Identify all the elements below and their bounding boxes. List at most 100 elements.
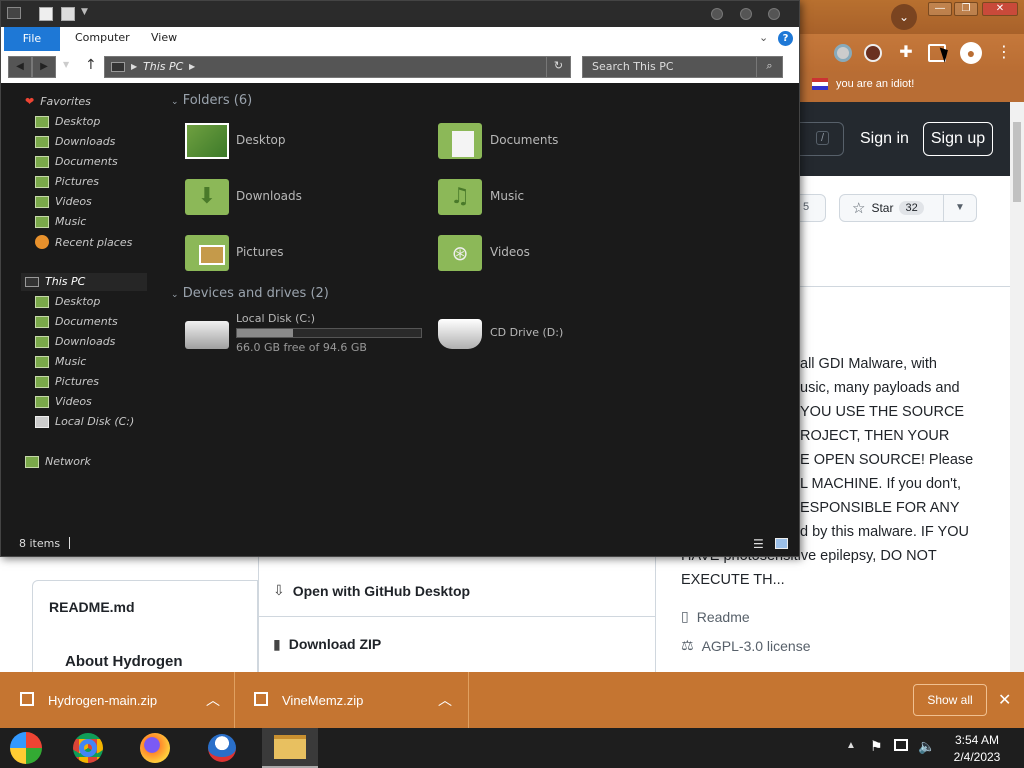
quick-access-dropdown-icon[interactable]: ▼ [81, 7, 88, 17]
address-bar[interactable]: ▶ This PC ▶ ↻ [104, 56, 571, 78]
forward-button[interactable]: ▶ [32, 56, 56, 78]
details-view-icon[interactable]: ☰ [753, 537, 764, 551]
close-downloads-icon[interactable]: ✕ [998, 690, 1011, 710]
close-dot-button[interactable] [768, 8, 780, 20]
tab-view[interactable]: View [151, 31, 177, 44]
sign-up-button[interactable]: Sign up [923, 122, 993, 156]
sign-in-link[interactable]: Sign in [860, 130, 909, 148]
profile-icon[interactable]: ● [960, 42, 982, 64]
menu-icon[interactable]: ⋮ [996, 42, 1012, 62]
taskbar-explorer[interactable] [262, 728, 318, 768]
nav-pc-desktop[interactable]: Desktop [35, 295, 100, 308]
extension-icon[interactable] [834, 44, 852, 62]
taskbar-firefox[interactable] [135, 732, 175, 764]
properties-icon[interactable] [39, 7, 53, 21]
taskbar-chrome[interactable] [68, 732, 108, 764]
pictures-icon [35, 375, 49, 388]
nav-pc-local-disk[interactable]: Local Disk (C:) [35, 415, 134, 428]
chevron-up-icon[interactable]: ︿ [206, 690, 220, 710]
tab-computer[interactable]: Computer [75, 31, 130, 44]
nav-pc-pictures[interactable]: Pictures [35, 375, 99, 388]
devices-group-header[interactable]: ⌄ Devices and drives (2) [171, 286, 329, 301]
nav-pc-documents[interactable]: Documents [35, 315, 118, 328]
show-all-button[interactable]: Show all [913, 684, 987, 716]
network-tray-icon[interactable] [894, 739, 908, 751]
show-hidden-icons[interactable]: ▲ [846, 740, 856, 751]
nav-pc-videos[interactable]: Videos [35, 395, 92, 408]
download-item[interactable]: Hydrogen-main.zip ︿ [0, 672, 235, 728]
breadcrumb-chevron-icon[interactable]: ▶ [131, 57, 137, 77]
puzzle-icon[interactable]: ✚ [897, 44, 915, 62]
search-icon[interactable]: ⌕ [756, 56, 782, 78]
readme-link[interactable]: ▯ Readme [681, 608, 750, 625]
start-button[interactable] [6, 732, 46, 764]
chrome-scrollbar[interactable] [1010, 102, 1024, 672]
folder-label: Downloads [236, 189, 302, 203]
nav-fav-videos[interactable]: Videos [35, 195, 92, 208]
star-button[interactable]: ☆ Star 32 [839, 194, 944, 222]
hard-drive-icon [185, 321, 229, 349]
minimize-button[interactable]: — [928, 2, 952, 16]
large-icons-view-icon[interactable] [775, 538, 788, 549]
scroll-thumb[interactable] [1013, 122, 1021, 202]
search-key-hint[interactable]: / [798, 122, 844, 156]
action-center-flag-icon[interactable]: ⚑ [870, 738, 883, 755]
star-icon: ☆ [852, 200, 866, 217]
recent-dropdown-icon[interactable]: ▼ [63, 60, 69, 69]
clock-time[interactable]: 3:54 AM [944, 733, 1010, 747]
avatar-extension-icon[interactable] [864, 44, 882, 62]
chrome-icon [73, 733, 103, 763]
profile-dropdown-icon[interactable]: ⌄ [891, 4, 917, 30]
nav-network[interactable]: Network [25, 455, 91, 468]
expand-ribbon-icon[interactable]: ⌄ [759, 31, 768, 44]
drive-free-space: 66.0 GB free of 94.6 GB [236, 341, 367, 354]
maximize-dot-button[interactable] [740, 8, 752, 20]
license-link[interactable]: ⚖ AGPL-3.0 license [681, 637, 811, 654]
star-dropdown-button[interactable]: ▼ [943, 194, 977, 222]
readme-tab-label[interactable]: README.md [49, 599, 135, 615]
volume-icon[interactable]: 🔈 [918, 738, 935, 755]
desktop-folder-icon [185, 123, 229, 159]
nav-this-pc[interactable]: This PC [25, 275, 85, 288]
up-arrow-icon[interactable]: ↑ [85, 57, 97, 73]
nav-pc-music[interactable]: Music [35, 355, 86, 368]
back-button[interactable]: ◀ [8, 56, 32, 78]
ribbon-tabs: File Computer View ⌄ ? [1, 27, 799, 51]
nav-label: Videos [55, 395, 92, 408]
nav-fav-documents[interactable]: Documents [35, 155, 118, 168]
restore-button[interactable]: ❐ [954, 2, 978, 16]
open-desktop-item[interactable]: ⇩ Open with GitHub Desktop [259, 565, 655, 617]
nav-fav-downloads[interactable]: Downloads [35, 135, 115, 148]
help-icon[interactable]: ? [778, 31, 793, 46]
zip-file-icon [254, 692, 268, 706]
clock-date[interactable]: 2/4/2023 [944, 750, 1010, 764]
tab-file[interactable]: File [4, 27, 60, 51]
folder-label: Documents [490, 133, 559, 147]
download-filename: Hydrogen-main.zip [48, 693, 158, 708]
folder-label: Desktop [236, 133, 286, 147]
nav-pc-downloads[interactable]: Downloads [35, 335, 115, 348]
item-count: 8 items [19, 537, 61, 550]
nav-fav-recent[interactable]: Recent places [35, 235, 132, 249]
address-toolbar: ◀ ▶ ▼ ↑ ▶ This PC ▶ ↻ Search This PC ⌕ [1, 51, 799, 83]
nav-fav-desktop[interactable]: Desktop [35, 115, 100, 128]
explorer-titlebar[interactable]: ▼ [1, 1, 799, 27]
download-item[interactable]: VineMemz.zip ︿ [236, 672, 469, 728]
folders-group-header[interactable]: ⌄ Folders (6) [171, 93, 252, 108]
close-button[interactable]: ✕ [982, 2, 1018, 16]
minimize-dot-button[interactable] [711, 8, 723, 20]
nav-label: Documents [55, 155, 118, 168]
refresh-icon[interactable]: ↻ [546, 56, 570, 78]
nav-favorites[interactable]: ❤ Favorites [25, 95, 91, 108]
search-input[interactable]: Search This PC ⌕ [582, 56, 783, 78]
nav-label: Documents [55, 315, 118, 328]
breadcrumb-this-pc[interactable]: This PC [143, 57, 183, 77]
chevron-up-icon[interactable]: ︿ [438, 690, 452, 710]
nav-fav-pictures[interactable]: Pictures [35, 175, 99, 188]
download-zip-item[interactable]: ▮ Download ZIP [259, 619, 655, 669]
nav-fav-music[interactable]: Music [35, 215, 86, 228]
taskbar-obama-app[interactable] [202, 732, 242, 764]
breadcrumb-next-chevron-icon[interactable]: ▶ [189, 57, 195, 77]
bookmark-link[interactable]: you are an idiot! [836, 78, 914, 90]
new-folder-icon[interactable] [61, 7, 75, 21]
